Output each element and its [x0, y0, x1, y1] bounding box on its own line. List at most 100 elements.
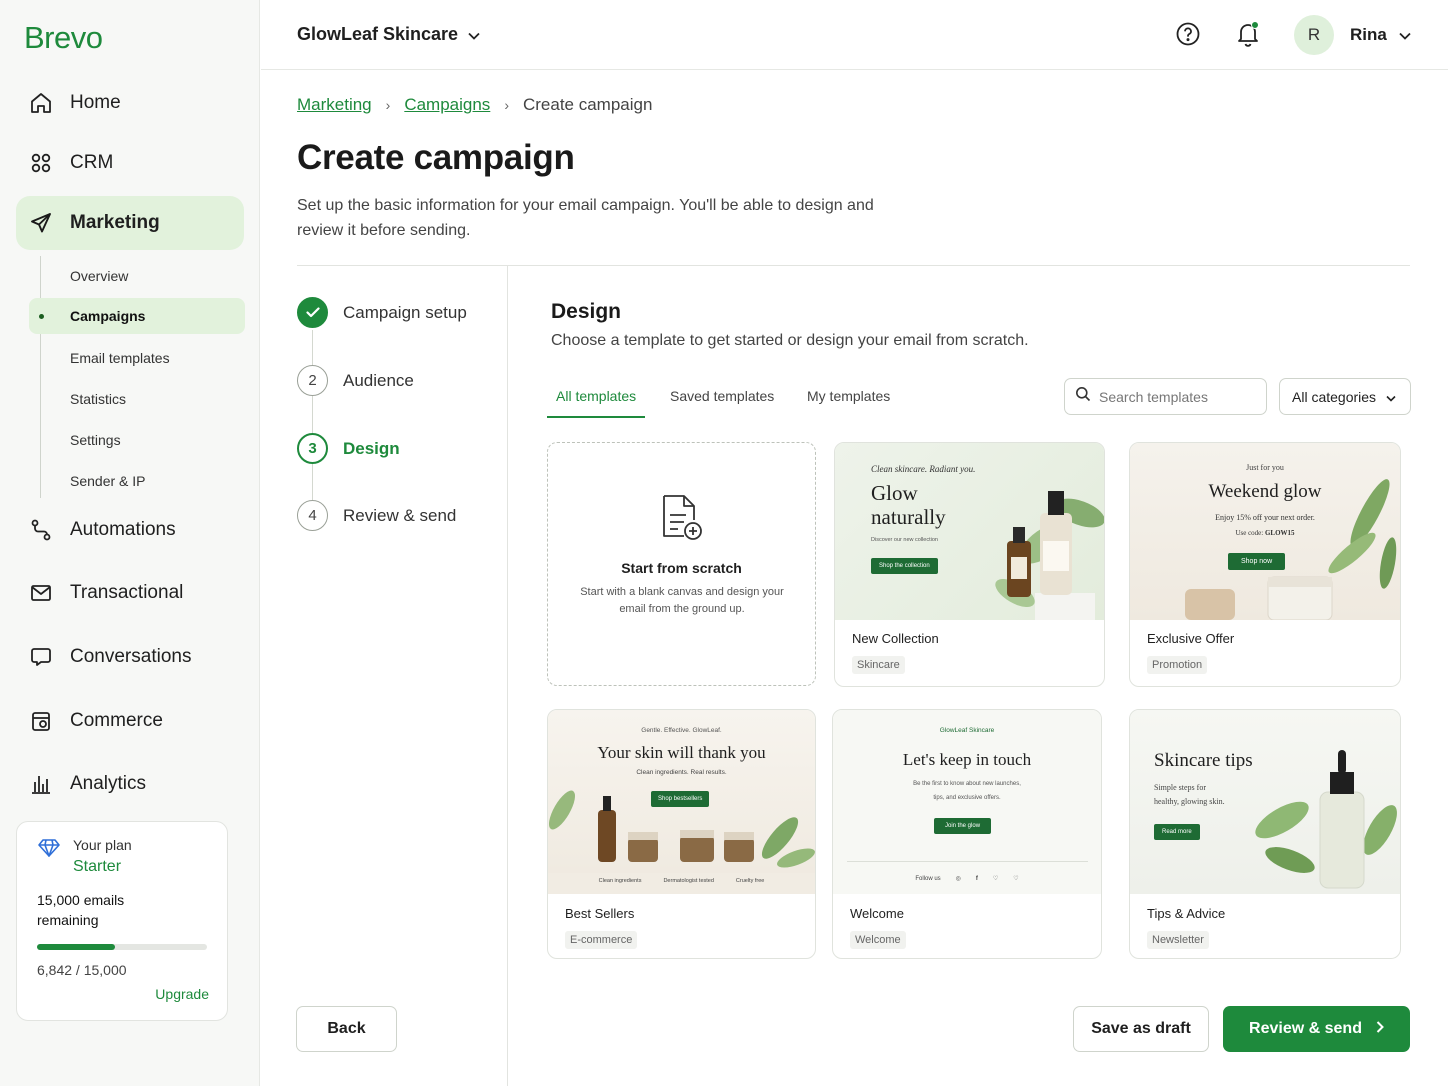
preview-footer-item: Dermatologist tested	[663, 878, 714, 884]
sidebar-item-home[interactable]: Home	[16, 76, 244, 130]
chevron-down-icon	[468, 24, 480, 45]
tab-saved-templates[interactable]: Saved templates	[670, 388, 774, 418]
emails-count: 15,000	[37, 892, 80, 908]
subnav-overview[interactable]: Overview	[29, 258, 245, 294]
category-value: All categories	[1292, 388, 1377, 405]
sidebar-item-commerce[interactable]: Commerce	[16, 694, 244, 748]
template-card-best-sellers[interactable]: Gentle. Effective. GlowLeaf. Your skin w…	[547, 709, 816, 959]
preview-headline: Let's keep in touch	[902, 750, 1032, 769]
marketing-subnav: Overview Campaigns Email templates Stati…	[29, 256, 245, 498]
preview-footer: Clean ingredients Dermatologist tested C…	[548, 878, 815, 884]
divider	[297, 265, 1410, 266]
template-card-new-collection[interactable]: Clean skincare. Radiant you. Glow natural…	[834, 442, 1105, 687]
page-title: Create campaign	[297, 138, 575, 177]
template-name: Welcome	[850, 906, 904, 921]
pinterest-icon: ♡	[1013, 876, 1019, 882]
step-label: Audience	[343, 370, 414, 390]
save-draft-button[interactable]: Save as draft	[1073, 1006, 1209, 1052]
sidebar-item-crm[interactable]: CRM	[16, 136, 244, 190]
subnav-email-templates[interactable]: Email templates	[29, 340, 245, 376]
template-name: Tips & Advice	[1147, 906, 1226, 921]
start-from-scratch-card[interactable]: Start from scratch Start with a blank ca…	[547, 442, 816, 686]
subnav-label: Settings	[70, 432, 121, 448]
usage-bar-fill	[37, 944, 115, 950]
subnav-label: Overview	[70, 268, 129, 284]
step-review-send[interactable]: 4 Review & send	[297, 500, 456, 531]
breadcrumb-campaigns[interactable]: Campaigns	[404, 95, 490, 115]
preview-cta: Shop bestsellers	[651, 791, 710, 807]
preview-headline: Skincare tips	[1154, 750, 1253, 771]
sidebar-item-label: CRM	[70, 152, 114, 173]
help-icon[interactable]	[1175, 21, 1201, 52]
category-select[interactable]: All categories	[1279, 378, 1411, 415]
subnav-statistics[interactable]: Statistics	[29, 381, 245, 417]
active-dot	[39, 313, 44, 319]
preview-social-row: Follow us ◎ f ♡ ♡	[833, 875, 1101, 883]
scratch-title: Start from scratch	[621, 560, 742, 576]
user-menu[interactable]: Rina	[1350, 25, 1411, 45]
template-preview: Clean skincare. Radiant you. Glow natural…	[835, 443, 1104, 620]
tab-my-templates[interactable]: My templates	[807, 388, 890, 418]
breadcrumb-marketing[interactable]: Marketing	[297, 95, 372, 115]
step-label: Campaign setup	[343, 302, 467, 322]
subnav-campaigns[interactable]: Campaigns	[29, 298, 245, 334]
subnav-label: Email templates	[70, 350, 170, 366]
step-number: 3	[297, 433, 328, 464]
sidebar-item-label: Analytics	[70, 773, 147, 794]
step-campaign-setup[interactable]: Campaign setup	[297, 297, 467, 328]
preview-divider	[847, 861, 1088, 862]
preview-cta: Join the glow	[934, 818, 992, 834]
workspace-name: GlowLeaf Skincare	[297, 24, 459, 44]
chevron-right-icon: ›	[385, 97, 391, 113]
search-input[interactable]	[1099, 388, 1259, 405]
template-tag: Skincare	[852, 656, 905, 674]
template-search	[1064, 378, 1267, 415]
sidebar-item-transactional[interactable]: Transactional	[16, 566, 244, 620]
template-card-exclusive-offer[interactable]: Just for you Weekend glow Enjoy 15% off …	[1129, 442, 1401, 687]
sidebar-item-label: Home	[70, 92, 121, 113]
step-number: 2	[297, 365, 328, 396]
sidebar-item-label: Marketing	[70, 212, 160, 233]
check-icon	[297, 297, 328, 328]
usage-bar	[37, 944, 207, 950]
subnav-settings[interactable]: Settings	[29, 422, 245, 458]
review-send-button[interactable]: Review & send	[1223, 1006, 1410, 1052]
preview-follow: Follow us	[915, 875, 941, 882]
preview-cta: Shop the collection	[871, 558, 938, 574]
sidebar: Brevo Home CRM Marketing Overview Campai…	[0, 0, 260, 1086]
template-name: New Collection	[852, 631, 939, 646]
brevo-logo[interactable]: Brevo	[24, 20, 103, 56]
preview-headline: Your skin will thank you	[597, 743, 766, 762]
preview-code-label: Use code:	[1235, 529, 1264, 537]
sidebar-item-marketing[interactable]: Marketing	[16, 196, 244, 250]
step-design[interactable]: 3 Design	[297, 433, 400, 464]
plan-card: Your plan Starter 15,000 emails remainin…	[16, 821, 228, 1021]
sidebar-item-label: Conversations	[70, 646, 192, 667]
stepper-line	[312, 330, 313, 500]
workspace-switcher[interactable]: GlowLeaf Skincare	[297, 24, 480, 45]
preview-kicker: Gentle. Effective. GlowLeaf.	[641, 727, 722, 734]
bell-icon[interactable]	[1235, 20, 1261, 53]
tab-all-templates[interactable]: All templates	[547, 388, 646, 418]
sidebar-item-automations[interactable]: Automations	[16, 503, 244, 557]
template-card-tips-advice[interactable]: Skincare tips Simple steps for healthy, …	[1129, 709, 1401, 959]
home-icon	[28, 90, 54, 116]
instagram-icon: ◎	[955, 876, 961, 882]
subnav-label: Campaigns	[70, 308, 146, 324]
chevron-down-icon	[1386, 389, 1396, 405]
preview-sub: Discover our new collection	[871, 537, 938, 543]
sidebar-item-label: Automations	[70, 519, 176, 540]
avatar[interactable]: R	[1294, 15, 1334, 55]
subnav-sender-ip[interactable]: Sender & IP	[29, 463, 245, 499]
step-audience[interactable]: 2 Audience	[297, 365, 414, 396]
upgrade-link[interactable]: Upgrade	[155, 986, 209, 1002]
chevron-right-icon	[1376, 1020, 1384, 1038]
preview-code: GLOW15	[1264, 529, 1295, 537]
send-icon	[28, 210, 54, 236]
preview-headline-1: Glow	[871, 481, 918, 505]
back-button[interactable]: Back	[296, 1006, 397, 1052]
diamond-icon	[37, 838, 61, 863]
template-card-welcome[interactable]: GlowLeaf Skincare Let's keep in touch Be…	[832, 709, 1102, 959]
sidebar-item-analytics[interactable]: Analytics	[16, 757, 244, 811]
sidebar-item-conversations[interactable]: Conversations	[16, 630, 244, 684]
